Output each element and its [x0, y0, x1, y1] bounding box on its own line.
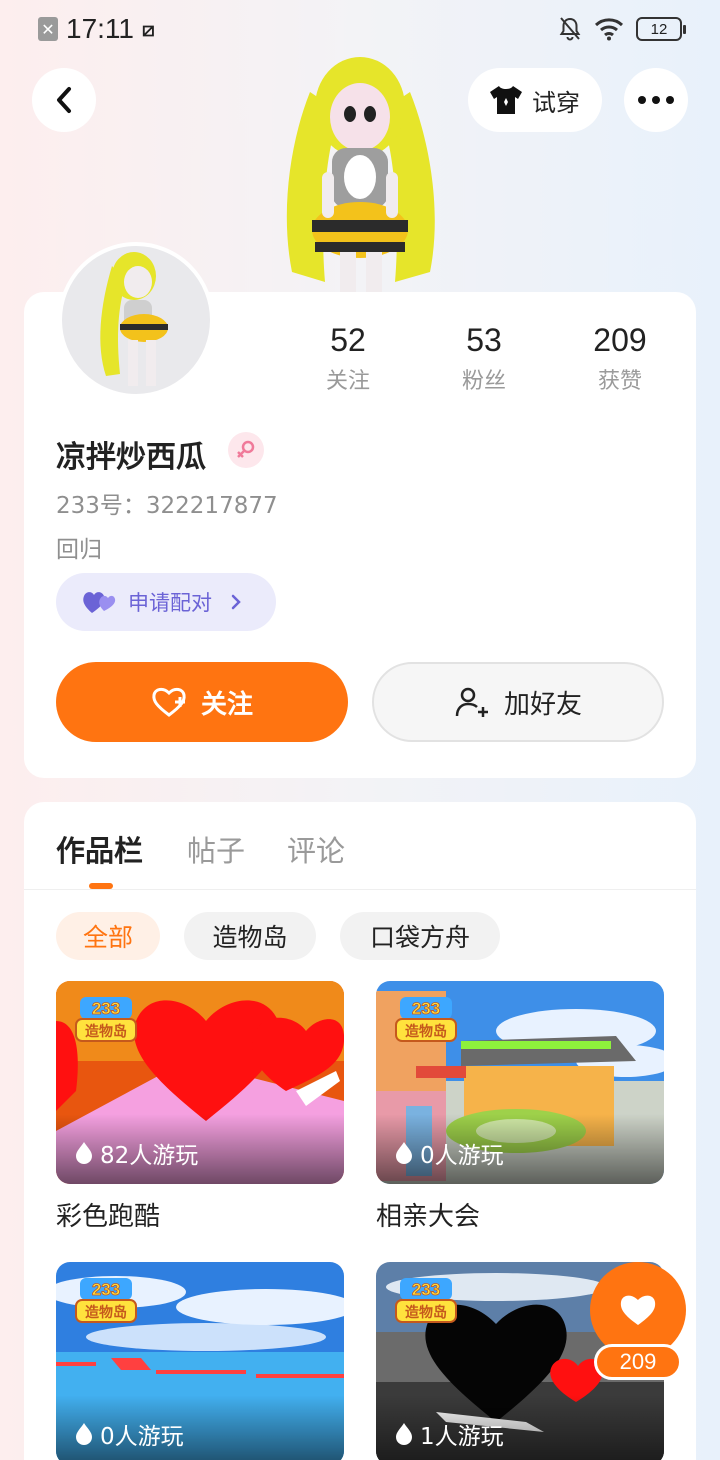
- game-title[interactable]: 相亲大会: [376, 1196, 480, 1233]
- pair-request-label: 申请配对: [128, 591, 212, 615]
- filter-all[interactable]: 全部: [56, 912, 160, 960]
- stat-likes-value: 209: [593, 322, 647, 358]
- user-bio: 回归: [56, 537, 102, 563]
- screenshot-icon: ⧄: [142, 17, 155, 41]
- tab-divider: [24, 889, 696, 890]
- tab-posts[interactable]: 帖子: [187, 828, 245, 870]
- svg-text:233: 233: [92, 999, 120, 1018]
- try-on-button[interactable]: 试穿: [468, 68, 602, 132]
- flame-icon: [76, 1142, 92, 1164]
- play-count: 1人游玩: [394, 1417, 504, 1451]
- female-gender-icon: [228, 432, 264, 468]
- svg-text:造物岛: 造物岛: [85, 1023, 127, 1040]
- like-count-badge: 209: [594, 1344, 682, 1380]
- svg-text:造物岛: 造物岛: [405, 1304, 447, 1321]
- stat-fans-label: 粉丝: [461, 369, 506, 394]
- play-count: 82人游玩: [74, 1136, 198, 1170]
- game-card-thumbnail[interactable]: 233 造物岛 0人游玩: [376, 981, 664, 1184]
- play-count-text: 82人游玩: [100, 1143, 199, 1169]
- island-badge-icon: 233 造物岛: [74, 1276, 138, 1324]
- stat-following-value: 52: [330, 322, 366, 358]
- follow-button[interactable]: 关注: [56, 662, 348, 742]
- avatar-3d-figure: [286, 57, 435, 292]
- stat-following-label: 关注: [325, 369, 370, 394]
- play-count-text: 1人游玩: [420, 1424, 504, 1450]
- avatar[interactable]: [58, 242, 214, 398]
- tab-comments[interactable]: 评论: [287, 828, 345, 870]
- try-on-label: 试穿: [532, 88, 580, 117]
- play-count: 0人游玩: [74, 1417, 184, 1451]
- add-friend-button[interactable]: 加好友: [372, 662, 664, 742]
- island-badge-icon: 233 造物岛: [394, 1276, 458, 1324]
- stat-likes[interactable]: 209 获赞: [565, 322, 675, 395]
- wifi-icon: [594, 18, 624, 41]
- stat-fans[interactable]: 53 粉丝: [429, 322, 539, 395]
- play-count: 0人游玩: [394, 1136, 504, 1170]
- play-count-text: 0人游玩: [100, 1424, 184, 1450]
- user-id: 233号：322217877: [56, 493, 278, 519]
- username: 凉拌炒西瓜: [56, 440, 206, 475]
- flame-icon: [396, 1142, 412, 1164]
- tab-works[interactable]: 作品栏: [56, 828, 143, 870]
- game-card-thumbnail[interactable]: 233 造物岛 82人游玩: [56, 981, 344, 1184]
- svg-text:造物岛: 造物岛: [85, 1304, 127, 1321]
- svg-text:233: 233: [412, 999, 440, 1018]
- pair-request-button[interactable]: 申请配对: [56, 573, 276, 631]
- no-sim-icon: ✕: [38, 17, 58, 41]
- add-friend-label: 加好友: [503, 689, 582, 720]
- add-user-icon: [455, 687, 488, 717]
- stat-fans-value: 53: [466, 322, 502, 358]
- status-left: ✕ 17:11 ⧄: [38, 13, 155, 45]
- more-dots-icon: [638, 96, 674, 104]
- status-time: 17:11: [66, 13, 134, 44]
- heart-icon: [620, 1295, 656, 1325]
- island-badge-icon: 233 造物岛: [394, 995, 458, 1043]
- battery-indicator: 12: [636, 17, 686, 41]
- more-button[interactable]: [624, 68, 688, 132]
- status-bar: ✕ 17:11 ⧄ 12: [0, 0, 720, 58]
- tshirt-icon: [490, 86, 522, 114]
- filter-creation-island[interactable]: 造物岛: [184, 912, 316, 960]
- island-badge-icon: 233 造物岛: [74, 995, 138, 1043]
- stat-likes-label: 获赞: [597, 369, 642, 394]
- back-button[interactable]: [32, 68, 96, 132]
- game-title[interactable]: 彩色跑酷: [56, 1196, 160, 1233]
- play-count-text: 0人游玩: [420, 1143, 504, 1169]
- svg-text:233: 233: [412, 1280, 440, 1299]
- status-right: 12: [558, 16, 686, 42]
- chevron-left-icon: [57, 87, 71, 113]
- double-heart-icon: [83, 592, 116, 613]
- flame-icon: [396, 1423, 412, 1445]
- heart-plus-icon: [152, 687, 186, 717]
- chevron-right-icon: [231, 594, 241, 610]
- game-card-thumbnail[interactable]: 233 造物岛 0人游玩: [56, 1262, 344, 1460]
- avatar-figure: [100, 252, 168, 386]
- stat-following[interactable]: 52 关注: [293, 322, 403, 395]
- flame-icon: [76, 1423, 92, 1445]
- svg-text:233: 233: [92, 1280, 120, 1299]
- filter-pocket-ark[interactable]: 口袋方舟: [340, 912, 500, 960]
- bell-off-icon: [559, 17, 581, 41]
- follow-label: 关注: [200, 689, 253, 720]
- svg-text:造物岛: 造物岛: [405, 1023, 447, 1040]
